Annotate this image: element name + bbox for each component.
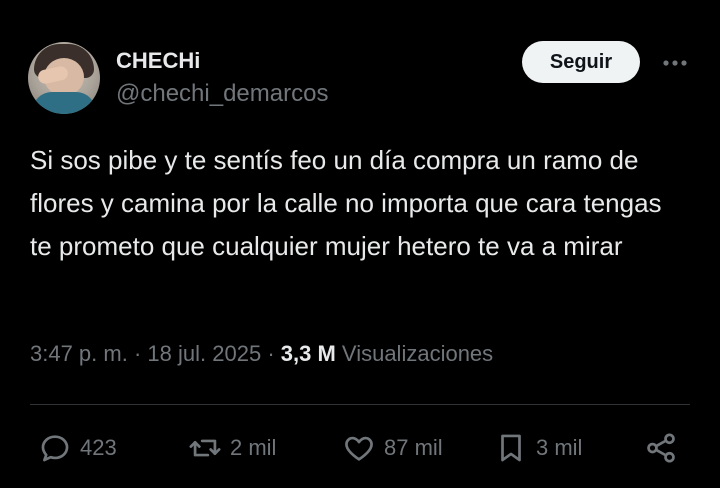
meta-separator: · <box>267 341 275 366</box>
more-options-icon[interactable] <box>660 48 690 78</box>
meta-separator: · <box>133 341 142 366</box>
tweet-time[interactable]: 3:47 p. m. <box>30 341 128 366</box>
like-button[interactable]: 87 mil <box>342 428 443 468</box>
bookmark-icon <box>501 434 521 462</box>
bookmark-count: 3 mil <box>536 435 583 460</box>
action-bar: 423 2 mil 87 mil 3 mil <box>38 428 684 468</box>
avatar[interactable] <box>28 42 100 114</box>
divider <box>30 404 690 405</box>
views-count[interactable]: 3,3 M <box>281 341 336 366</box>
reply-icon <box>41 435 69 462</box>
author-handle[interactable]: @chechi_demarcos <box>116 80 328 108</box>
reply-button[interactable]: 423 <box>38 428 117 468</box>
tweet-date[interactable]: 18 jul. 2025 <box>147 341 261 366</box>
share-icon <box>647 433 675 463</box>
repost-count: 2 mil <box>230 435 277 460</box>
heart-icon <box>345 436 373 461</box>
follow-button[interactable]: Seguir <box>522 41 640 83</box>
views-label: Visualizaciones <box>341 341 494 366</box>
share-button[interactable] <box>644 428 678 468</box>
bookmark-button[interactable]: 3 mil <box>494 428 582 468</box>
repost-icon <box>189 439 221 457</box>
repost-button[interactable]: 2 mil <box>188 428 276 468</box>
reply-count: 423 <box>80 435 117 460</box>
tweet-header: CHECHi @chechi_demarcos Seguir <box>28 40 690 116</box>
author-name[interactable]: CHECHi <box>116 48 200 74</box>
tweet-meta: 3:47 p. m. · 18 jul. 2025 · 3,3 M Visual… <box>30 341 493 367</box>
like-count: 87 mil <box>384 435 443 460</box>
tweet-text: Si sos pibe y te sentís feo un día compr… <box>30 145 662 261</box>
